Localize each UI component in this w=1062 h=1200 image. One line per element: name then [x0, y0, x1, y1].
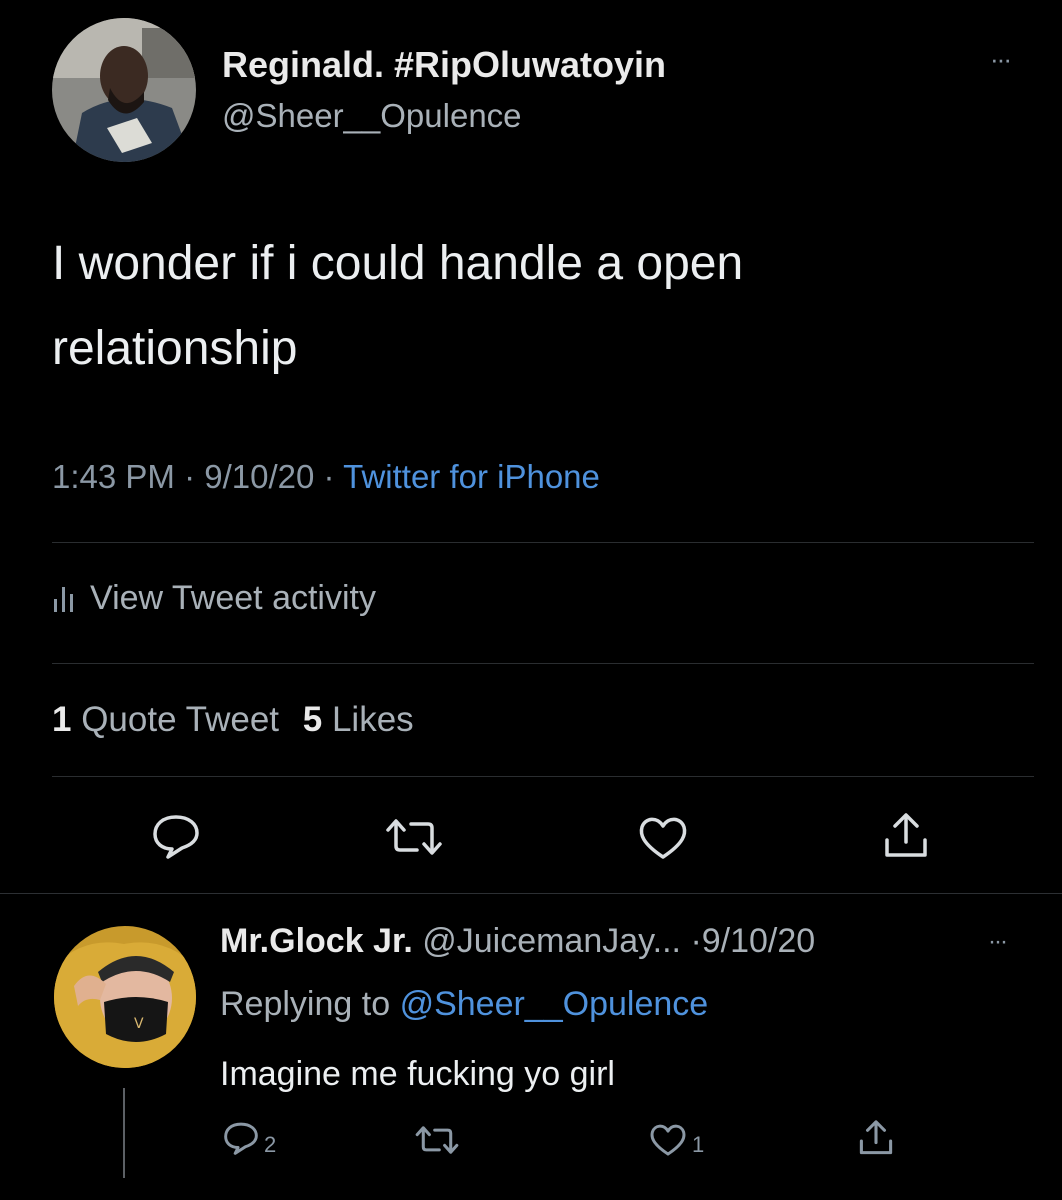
likes-label: Likes [331, 700, 414, 739]
reply-date[interactable]: ·9/10/20 [690, 922, 815, 960]
more-options-icon[interactable]: ··· [990, 44, 1012, 75]
reply-text: Imagine me fucking yo girl [220, 1055, 615, 1093]
like-button[interactable] [636, 814, 690, 862]
svg-text:V: V [134, 1016, 144, 1032]
tweet-text-line-2: relationship [52, 322, 298, 375]
tweet-metadata: 1:43 PM · 9/10/20 · Twitter for iPhone [52, 458, 600, 496]
reply-like-button[interactable] [648, 1122, 688, 1158]
reply-share-button[interactable] [856, 1118, 896, 1158]
reply-like-count: 1 [692, 1132, 705, 1157]
retweet-icon [415, 1126, 459, 1154]
share-icon [859, 1120, 893, 1155]
divider [52, 542, 1034, 543]
tweet-time[interactable]: 1:43 PM [52, 458, 175, 495]
reply-handle[interactable]: @JuicemanJay... [422, 922, 681, 960]
divider [0, 893, 1062, 894]
reply-author-avatar[interactable]: V [54, 926, 196, 1068]
author-display-name[interactable]: Reginald. #RipOluwatoyin [222, 44, 666, 86]
reply-more-options-icon[interactable]: ··· [988, 928, 1008, 956]
view-activity-label: View Tweet activity [90, 578, 376, 617]
retweet-icon [386, 819, 442, 855]
reply-header: Mr.Glock Jr. @JuicemanJay... ·9/10/20 [220, 922, 815, 961]
like-count: 5 [302, 700, 323, 739]
bar-chart-icon [52, 583, 76, 613]
speech-bubble-icon [224, 1122, 258, 1155]
reply-retweet-button[interactable] [414, 1124, 460, 1156]
divider [52, 776, 1034, 777]
replying-to: Replying to @Sheer__Opulence [220, 985, 708, 1024]
heart-icon [639, 817, 687, 859]
tweet-date[interactable]: 9/10/20 [204, 458, 314, 495]
quote-label: Quote Tweet [81, 700, 280, 739]
author-avatar[interactable] [52, 18, 196, 162]
reply-reply-count: 2 [264, 1132, 277, 1157]
share-button[interactable] [880, 810, 932, 862]
metadata-separator: · [184, 458, 196, 495]
share-icon [885, 813, 927, 857]
quote-tweet-stat[interactable]: 1 Quote Tweet [52, 700, 289, 739]
author-handle[interactable]: @Sheer__Opulence [222, 97, 522, 135]
thread-line [123, 1088, 125, 1178]
reply-display-name[interactable]: Mr.Glock Jr. [220, 922, 413, 960]
tweet-source-link[interactable]: Twitter for iPhone [343, 458, 600, 495]
quote-count: 1 [52, 700, 72, 739]
likes-stat[interactable]: 5 Likes [303, 700, 414, 739]
replying-to-label: Replying to [220, 985, 391, 1023]
retweet-button[interactable] [384, 816, 444, 858]
metadata-separator: · [323, 458, 335, 495]
view-activity-button[interactable]: View Tweet activity [52, 576, 376, 620]
replying-to-handle[interactable]: @Sheer__Opulence [400, 985, 709, 1023]
reply-button[interactable] [150, 812, 202, 860]
heart-icon [650, 1124, 686, 1156]
reply-reply-button[interactable] [222, 1120, 260, 1156]
tweet-text-line-1: I wonder if i could handle a open [52, 237, 744, 290]
speech-bubble-icon [153, 815, 199, 859]
divider [52, 663, 1034, 664]
engagement-stats: 1 Quote Tweet 5 Likes [52, 700, 414, 740]
